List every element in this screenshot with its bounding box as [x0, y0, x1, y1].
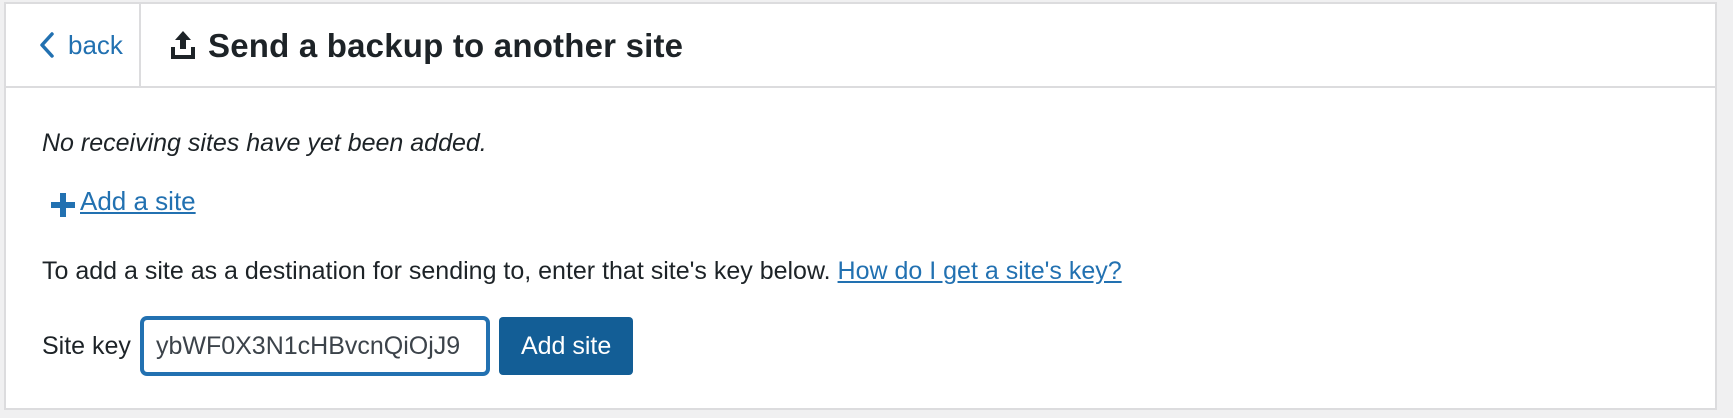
add-site-button[interactable]: Add site — [498, 317, 634, 375]
back-button[interactable]: back — [6, 4, 141, 86]
instruction-label: To add a site as a destination for sendi… — [42, 257, 831, 285]
send-backup-panel: back Send a backup to another site No re… — [4, 2, 1717, 410]
instruction-text: To add a site as a destination for sendi… — [42, 256, 1122, 286]
chevron-left-icon — [36, 30, 58, 60]
title-wrap: Send a backup to another site — [166, 4, 683, 86]
back-label: back — [68, 30, 123, 60]
site-key-help-link[interactable]: How do I get a site's key? — [838, 257, 1122, 285]
site-key-row: Site key Add site — [42, 316, 634, 376]
add-site-label: Add a site — [80, 186, 196, 217]
panel-body: No receiving sites have yet been added. … — [6, 88, 1715, 408]
empty-state-message: No receiving sites have yet been added. — [42, 129, 487, 157]
site-key-input[interactable] — [140, 317, 489, 375]
plus-icon — [48, 190, 78, 220]
add-site-link[interactable]: Add a site — [48, 184, 196, 220]
panel-header: back Send a backup to another site — [6, 4, 1715, 88]
site-key-label: Site key — [42, 331, 131, 360]
page-title: Send a backup to another site — [208, 26, 684, 64]
upload-icon — [166, 26, 200, 64]
